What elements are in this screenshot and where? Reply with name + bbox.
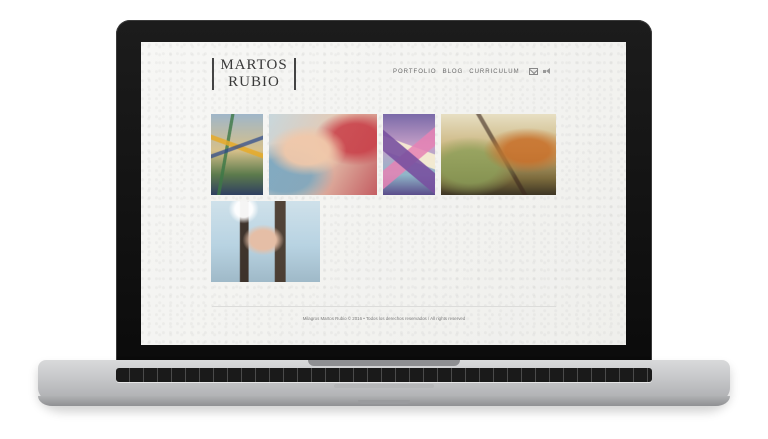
- laptop-hinge: [308, 360, 460, 366]
- site-logo[interactable]: MARTOS RUBIO: [212, 56, 296, 92]
- laptop-keyboard: [116, 368, 652, 382]
- logo-left-bar: [212, 58, 214, 90]
- nav-item-blog[interactable]: BLOG: [443, 69, 464, 75]
- nav-item-portfolio[interactable]: PORTFOLIO: [393, 69, 437, 75]
- artwork-thumbnail-4[interactable]: [441, 114, 556, 195]
- artwork-thumbnail-3[interactable]: [383, 114, 435, 195]
- laptop-notch: [358, 400, 410, 404]
- main-navigation: PORTFOLIO BLOG CURRICULUM: [393, 69, 520, 75]
- artwork-thumbnail-5[interactable]: [211, 201, 320, 282]
- website-screen: MARTOS RUBIO PORTFOLIO BLOG CURRICULUM M…: [141, 42, 626, 345]
- footer-divider: [212, 306, 556, 307]
- logo-line-2: RUBIO: [228, 74, 280, 90]
- sound-icon[interactable]: [543, 68, 553, 75]
- logo-line-1: MARTOS: [220, 57, 288, 73]
- footer-copyright: Milagros Martos Rubio © 2016 • Todos los…: [302, 316, 466, 321]
- laptop-base: [38, 360, 730, 406]
- logo-right-bar: [294, 58, 296, 90]
- artwork-thumbnail-2[interactable]: [269, 114, 377, 195]
- nav-item-curriculum[interactable]: CURRICULUM: [469, 69, 519, 75]
- artwork-thumbnail-1[interactable]: [211, 114, 263, 195]
- laptop-trackpad: [334, 384, 434, 388]
- laptop-mockup: MARTOS RUBIO PORTFOLIO BLOG CURRICULUM M…: [0, 0, 768, 439]
- mail-icon[interactable]: [529, 68, 538, 75]
